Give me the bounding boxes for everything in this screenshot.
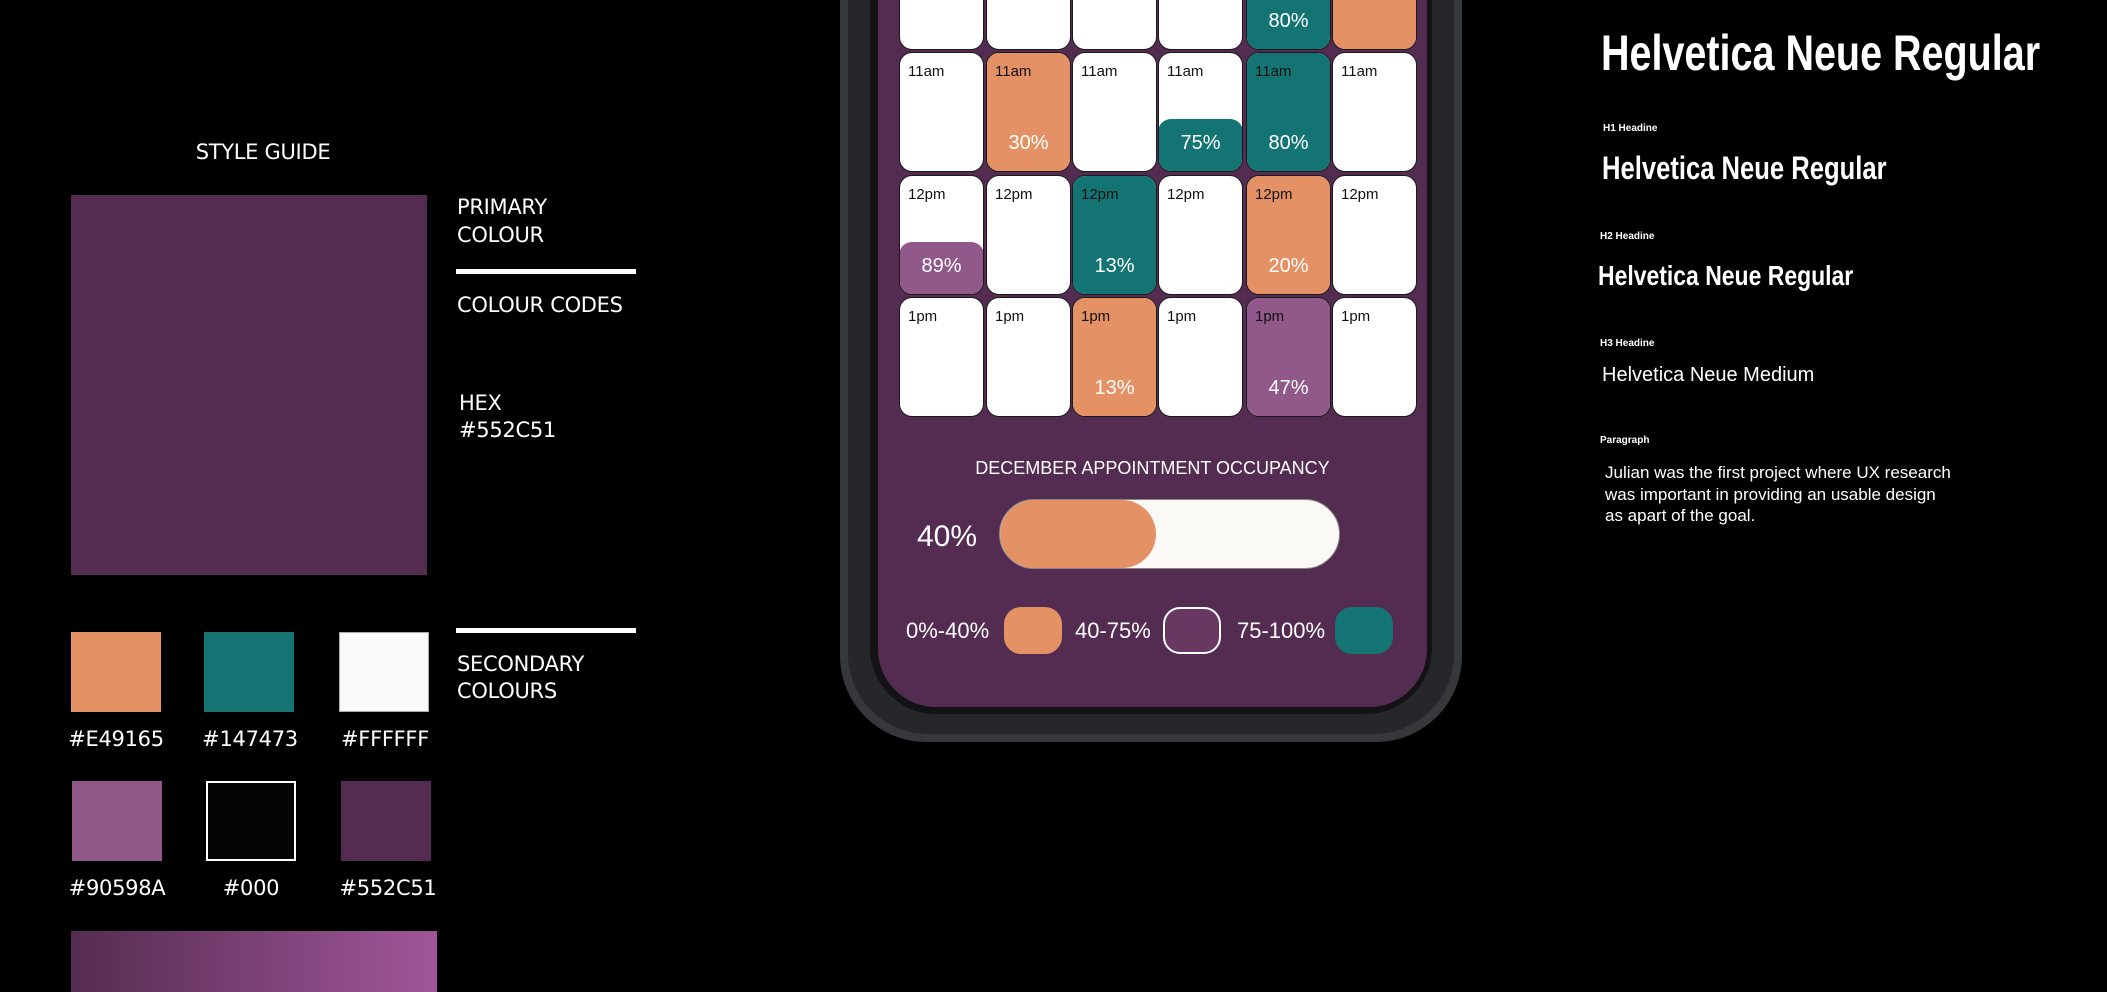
slot-percent: 89% bbox=[921, 255, 962, 277]
slot-time: 12pm bbox=[1341, 186, 1379, 203]
h3-label: H3 Headine bbox=[1600, 338, 1655, 349]
occupancy-title: DECEMBER APPOINTMENT OCCUPANCY bbox=[975, 458, 1330, 478]
swatch-light-purple bbox=[72, 781, 162, 861]
legend-swatch-orange bbox=[1004, 607, 1062, 654]
occupancy-block bbox=[1333, 0, 1416, 49]
slot-time: 12pm bbox=[908, 186, 946, 203]
slot-percent: 75% bbox=[1180, 132, 1221, 154]
h2-sample: Helvetica Neue Regular bbox=[1598, 260, 1854, 291]
slot-time: 1pm bbox=[908, 308, 938, 325]
calendar-slot[interactable]: 11am bbox=[1072, 52, 1157, 172]
hex-label: HEX bbox=[459, 391, 502, 415]
swatch-label: #FFFFFF bbox=[341, 727, 429, 751]
swatch-teal bbox=[204, 632, 294, 712]
h3-sample: Helvetica Neue Medium bbox=[1602, 364, 1815, 386]
calendar-slot[interactable]: 80% bbox=[1246, 0, 1331, 50]
calendar-slot[interactable] bbox=[899, 0, 984, 50]
calendar-slot[interactable] bbox=[1072, 0, 1157, 50]
h1-label: H1 Headine bbox=[1603, 123, 1658, 134]
slot-percent: 30% bbox=[1008, 132, 1049, 154]
occupancy-value: 40% bbox=[917, 520, 978, 553]
primary-colour-swatch bbox=[71, 195, 427, 575]
slot-time: 12pm bbox=[1081, 186, 1119, 203]
calendar-slot[interactable]: 12pm 89% bbox=[899, 175, 984, 295]
swatch-white bbox=[339, 632, 429, 712]
slot-time: 1pm bbox=[1081, 308, 1111, 325]
secondary-label-line2: COLOURS bbox=[457, 679, 557, 703]
slot-percent: 80% bbox=[1268, 10, 1309, 32]
divider bbox=[456, 269, 636, 274]
calendar-slot[interactable] bbox=[986, 0, 1071, 50]
swatch-label: #552C51 bbox=[339, 876, 437, 900]
hex-value: #552C51 bbox=[459, 418, 556, 442]
h1-sample: Helvetica Neue Regular bbox=[1602, 150, 1887, 186]
calendar-slot[interactable]: 1pm bbox=[986, 297, 1071, 417]
legend-swatch-teal bbox=[1335, 607, 1393, 654]
calendar-slot[interactable]: 11am 30% bbox=[986, 52, 1071, 172]
swatch-label: #90598A bbox=[68, 876, 166, 900]
h2-label: H2 Headine bbox=[1600, 231, 1655, 242]
swatch-label: #E49165 bbox=[68, 727, 164, 751]
primary-label-line1: PRIMARY bbox=[457, 195, 547, 219]
slot-percent: 47% bbox=[1268, 377, 1309, 399]
swatch-black bbox=[206, 781, 296, 861]
paragraph-line: was important in providing an usable des… bbox=[1605, 484, 1936, 504]
slot-percent: 80% bbox=[1268, 132, 1309, 154]
legend-label: 75-100% bbox=[1237, 618, 1326, 643]
slot-time: 1pm bbox=[1255, 308, 1285, 325]
calendar-slot[interactable] bbox=[1158, 0, 1243, 50]
calendar-slot[interactable]: 12pm bbox=[986, 175, 1071, 295]
slot-percent: 13% bbox=[1094, 377, 1135, 399]
slot-time: 11am bbox=[1167, 63, 1204, 80]
occupancy-progress-fill bbox=[1000, 500, 1156, 568]
paragraph-label: Paragraph bbox=[1600, 435, 1650, 446]
calendar-slot[interactable]: 1pm bbox=[1158, 297, 1243, 417]
paragraph-line: Julian was the first project where UX re… bbox=[1605, 463, 1951, 482]
slot-time: 1pm bbox=[1341, 308, 1371, 325]
calendar-slot[interactable]: 12pm 13% bbox=[1072, 175, 1157, 295]
swatch-label: #147473 bbox=[202, 727, 298, 751]
slot-percent: 13% bbox=[1094, 255, 1135, 277]
swatch-label: #000 bbox=[222, 876, 280, 900]
typography-title: Helvetica Neue Regular bbox=[1601, 25, 2041, 81]
calendar-slot[interactable]: 11am bbox=[899, 52, 984, 172]
swatch-orange bbox=[71, 632, 161, 712]
slot-percent: 20% bbox=[1268, 255, 1309, 277]
occupancy-progress-bar bbox=[999, 499, 1340, 569]
slot-time: 1pm bbox=[1167, 308, 1197, 325]
slot-time: 12pm bbox=[1167, 186, 1205, 203]
slot-time: 11am bbox=[995, 63, 1032, 80]
swatch-primary-purple bbox=[341, 781, 431, 861]
slot-time: 11am bbox=[1081, 63, 1118, 80]
secondary-label-line1: SECONDARY bbox=[457, 652, 585, 676]
calendar-slot[interactable]: 12pm bbox=[1158, 175, 1243, 295]
phone-screen: 80% 11am 11am 30% 11am 11am 75% 11am 80% 11am 12pm… bbox=[878, 0, 1427, 707]
slot-time: 11am bbox=[908, 63, 945, 80]
calendar-slot[interactable]: 11am 75% bbox=[1158, 52, 1243, 172]
calendar-slot[interactable] bbox=[1332, 0, 1417, 50]
legend-swatch-purple bbox=[1163, 607, 1221, 654]
divider bbox=[456, 628, 636, 633]
slot-time: 11am bbox=[1341, 63, 1378, 80]
colour-codes-label: COLOUR CODES bbox=[457, 293, 623, 317]
calendar-slot[interactable]: 1pm 13% bbox=[1072, 297, 1157, 417]
paragraph-line: as apart of the goal. bbox=[1605, 506, 1756, 525]
calendar-slot[interactable]: 12pm bbox=[1332, 175, 1417, 295]
primary-label-line2: COLOUR bbox=[457, 223, 544, 247]
style-guide-title: STYLE GUIDE bbox=[195, 140, 331, 164]
calendar-slot[interactable]: 1pm 47% bbox=[1246, 297, 1331, 417]
calendar-slot[interactable]: 12pm 20% bbox=[1246, 175, 1331, 295]
slot-time: 12pm bbox=[995, 186, 1033, 203]
gradient-swatch bbox=[71, 931, 437, 992]
slot-time: 11am bbox=[1255, 63, 1292, 80]
legend-label: 0%-40% bbox=[906, 618, 990, 643]
calendar-slot[interactable]: 1pm bbox=[1332, 297, 1417, 417]
legend-label: 40-75% bbox=[1075, 618, 1151, 643]
slot-time: 12pm bbox=[1255, 186, 1293, 203]
slot-time: 1pm bbox=[995, 308, 1025, 325]
paragraph-sample: Julian was the first project where UX re… bbox=[1605, 462, 1951, 527]
calendar-slot[interactable]: 1pm bbox=[899, 297, 984, 417]
calendar-slot[interactable]: 11am bbox=[1332, 52, 1417, 172]
calendar-slot[interactable]: 11am 80% bbox=[1246, 52, 1331, 172]
